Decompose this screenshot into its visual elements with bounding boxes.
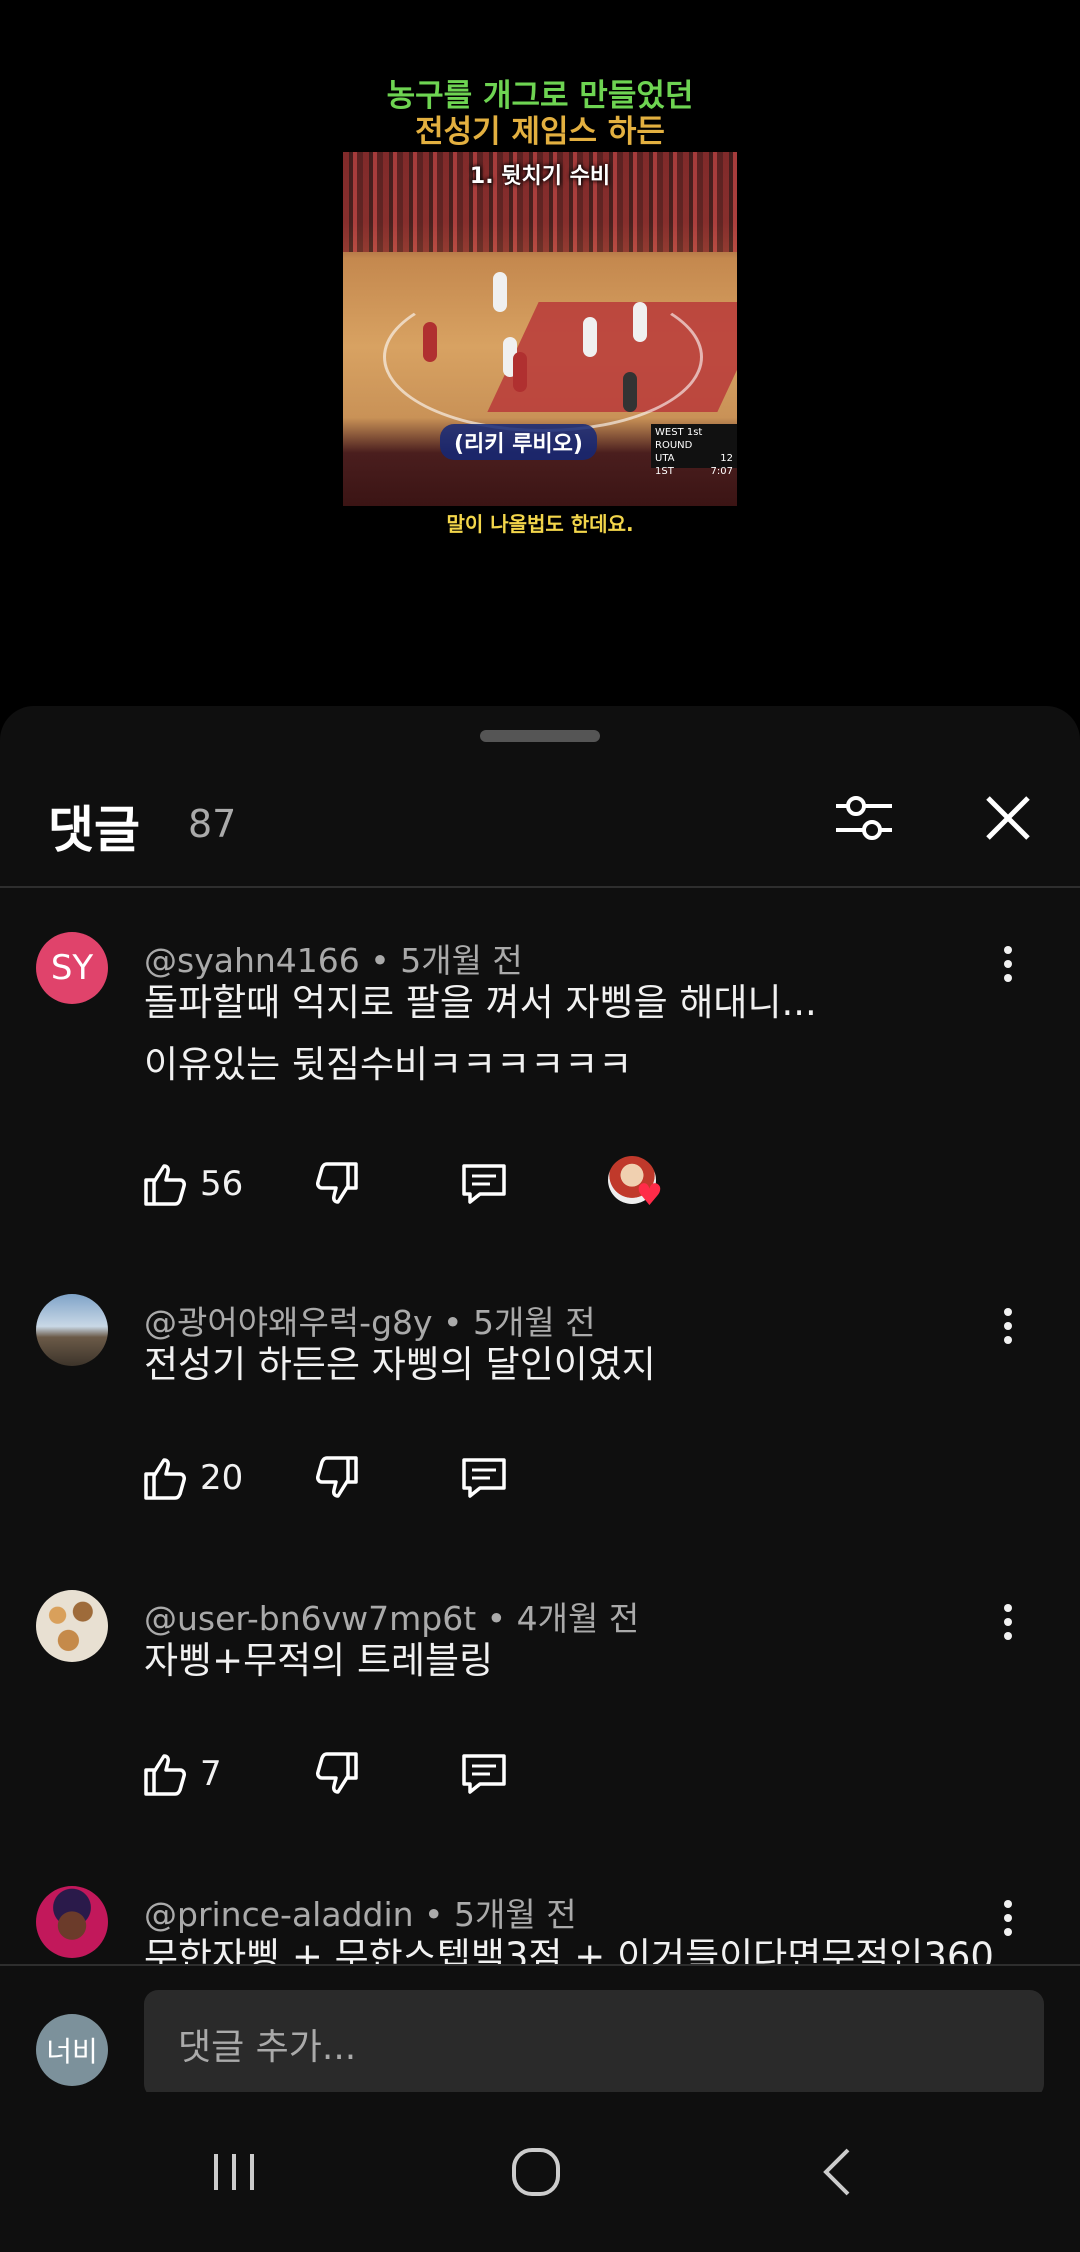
scoreboard-period: 1ST — [655, 466, 674, 477]
thumb-down-icon — [316, 1752, 358, 1794]
my-avatar[interactable]: 너비 — [36, 2014, 108, 2086]
like-button[interactable]: 7 — [140, 1744, 222, 1804]
comment-text: 돌파할때 억지로 팔을 껴서 자삥을 해대니... 이유있는 뒷짐수비ㅋㅋㅋㅋㅋ… — [144, 972, 817, 1096]
add-comment-input[interactable]: 댓글 추가... — [144, 1990, 1044, 2098]
comments-title: 댓글 — [48, 801, 140, 859]
avatar[interactable] — [36, 1294, 108, 1366]
player-figure — [493, 272, 507, 312]
home-icon — [512, 2148, 560, 2196]
comment-line: 돌파할때 억지로 팔을 껴서 자삥을 해대니... — [144, 981, 817, 1024]
avatar[interactable] — [36, 1590, 108, 1662]
avatar[interactable] — [36, 1886, 108, 1958]
comment-actions: 20 — [140, 1448, 840, 1508]
comment-text: 전성기 하든은 자삥의 달인이였지 — [144, 1334, 656, 1396]
player-figure — [423, 322, 437, 362]
more-options-button[interactable] — [986, 1594, 1030, 1650]
scoreboard-round: WEST 1st ROUND — [655, 427, 703, 451]
like-button[interactable]: 20 — [140, 1448, 243, 1508]
video-player[interactable]: 농구를 개그로 만들었던 전성기 제임스 하든 1. 뒷치기 수비 (리키 루비… — [0, 0, 1080, 706]
referee-figure — [623, 372, 637, 412]
thumb-up-icon — [144, 1458, 186, 1500]
comment-line: 무한자삥 + 무한스텝백3점 + 이거들이다면무적인360... — [144, 1935, 1030, 1966]
back-icon — [823, 2148, 850, 2196]
comments-sheet: 댓글 87 SY @syahn4166 • 5개월 전 돌파할때 억지로 팔을 … — [0, 706, 1080, 2252]
avatar[interactable]: SY — [36, 932, 108, 1004]
comment-line: 자삥+무적의 트레블링 — [144, 1639, 494, 1682]
tune-icon — [836, 796, 892, 840]
comments-header: 댓글 87 — [0, 780, 1080, 870]
player-figure — [513, 352, 527, 392]
reply-button[interactable] — [458, 1448, 510, 1508]
comment-actions: 56 ♥ — [140, 1154, 840, 1214]
more-options-button[interactable] — [986, 1298, 1030, 1354]
scoreboard-clock: 7:07 — [710, 466, 733, 477]
like-count: 20 — [200, 1458, 244, 1498]
more-options-button[interactable] — [986, 936, 1030, 992]
thumb-down-icon — [316, 1162, 358, 1204]
thumb-up-icon — [144, 1754, 186, 1796]
scoreboard-team: UTA — [655, 453, 675, 464]
reply-comment-icon — [462, 1458, 506, 1498]
like-count: 7 — [200, 1754, 222, 1794]
comment-text: 자삥+무적의 트레블링 — [144, 1630, 493, 1692]
recent-apps-button[interactable] — [194, 2132, 274, 2212]
like-button[interactable]: 56 — [140, 1154, 243, 1214]
comment-line: 이유있는 뒷짐수비ㅋㅋㅋㅋㅋㅋ — [144, 1043, 633, 1086]
creator-heart-badge: ♥ — [608, 1152, 670, 1214]
like-count: 56 — [200, 1164, 244, 1204]
thumb-up-icon — [144, 1164, 186, 1206]
comments-list[interactable]: SY @syahn4166 • 5개월 전 돌파할때 억지로 팔을 껴서 자삥을… — [0, 888, 1080, 1966]
dislike-button[interactable] — [310, 1448, 362, 1508]
close-icon — [986, 796, 1030, 840]
recent-apps-icon — [214, 2154, 254, 2190]
comment-line: 전성기 하든은 자삥의 달인이였지 — [144, 1343, 656, 1386]
close-button[interactable] — [976, 786, 1040, 850]
comment-actions: 7 — [140, 1744, 840, 1804]
player-figure — [633, 302, 647, 342]
comments-count: 87 — [188, 802, 237, 846]
filter-button[interactable] — [832, 786, 896, 850]
reply-button[interactable] — [458, 1154, 510, 1214]
system-nav-bar — [0, 2092, 1080, 2252]
player-figure — [583, 317, 597, 357]
heart-icon: ♥ — [636, 1178, 663, 1213]
video-caption-bottom: 말이 나올법도 한데요. — [446, 512, 634, 536]
comment-time: 4개월 전 — [516, 1599, 640, 1638]
dislike-button[interactable] — [310, 1154, 362, 1214]
comment-text: 무한자삥 + 무한스텝백3점 + 이거들이다면무적인360... — [144, 1926, 1029, 1966]
video-frame-caption: 1. 뒷치기 수비 — [469, 164, 611, 189]
scoreboard-score: 12 — [720, 453, 733, 464]
drag-handle[interactable] — [480, 730, 600, 742]
scoreboard: WEST 1st ROUND UTA 12 1ST 7:07 — [651, 424, 737, 477]
reply-comment-icon — [462, 1164, 506, 1204]
thumb-down-icon — [316, 1456, 358, 1498]
dislike-button[interactable] — [310, 1744, 362, 1804]
reply-button[interactable] — [458, 1744, 510, 1804]
back-button[interactable] — [798, 2132, 878, 2212]
video-title-line2: 전성기 제임스 하든 — [415, 114, 665, 150]
reply-comment-icon — [462, 1754, 506, 1794]
video-frame: 1. 뒷치기 수비 (리키 루비오) WEST 1st ROUND UTA 12 … — [343, 152, 737, 506]
home-button[interactable] — [496, 2132, 576, 2212]
more-options-button[interactable] — [986, 1890, 1030, 1946]
video-frame-subtitle: (리키 루비오) — [440, 424, 597, 460]
